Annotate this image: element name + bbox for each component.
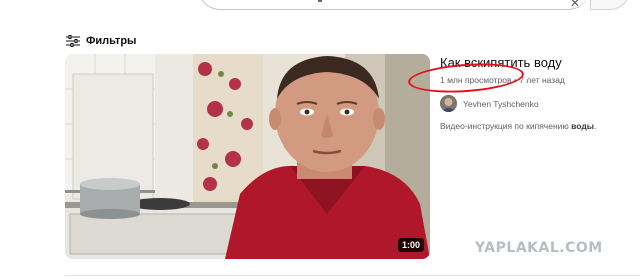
filters-label: Фильтры [86,35,137,47]
search-input[interactable] [198,0,590,10]
channel-link[interactable]: Yevhen Tyshchenko [440,95,635,112]
divider [65,275,640,276]
description-end: . [594,121,597,131]
thumbnail-image [65,54,430,259]
filters-button[interactable]: Фильтры [66,32,136,50]
filters-icon [66,35,80,47]
video-thumbnail[interactable]: 1:00 [65,54,430,259]
description-highlight: воды [571,121,594,131]
search-text-fragment [318,0,322,2]
clear-search-icon[interactable]: ✕ [570,0,580,10]
video-description: Видео-инструкция по кипячению воды. [440,121,635,131]
channel-avatar[interactable] [440,95,457,112]
description-text: Видео-инструкция по кипячению [440,121,572,131]
duration-badge: 1:00 [397,238,424,252]
watermark: YAPLAKAL.COM [475,240,603,256]
search-button[interactable] [590,0,630,10]
channel-name[interactable]: Yevhen Tyshchenko [463,99,539,109]
upload-age: 7 лет назад [519,75,565,85]
